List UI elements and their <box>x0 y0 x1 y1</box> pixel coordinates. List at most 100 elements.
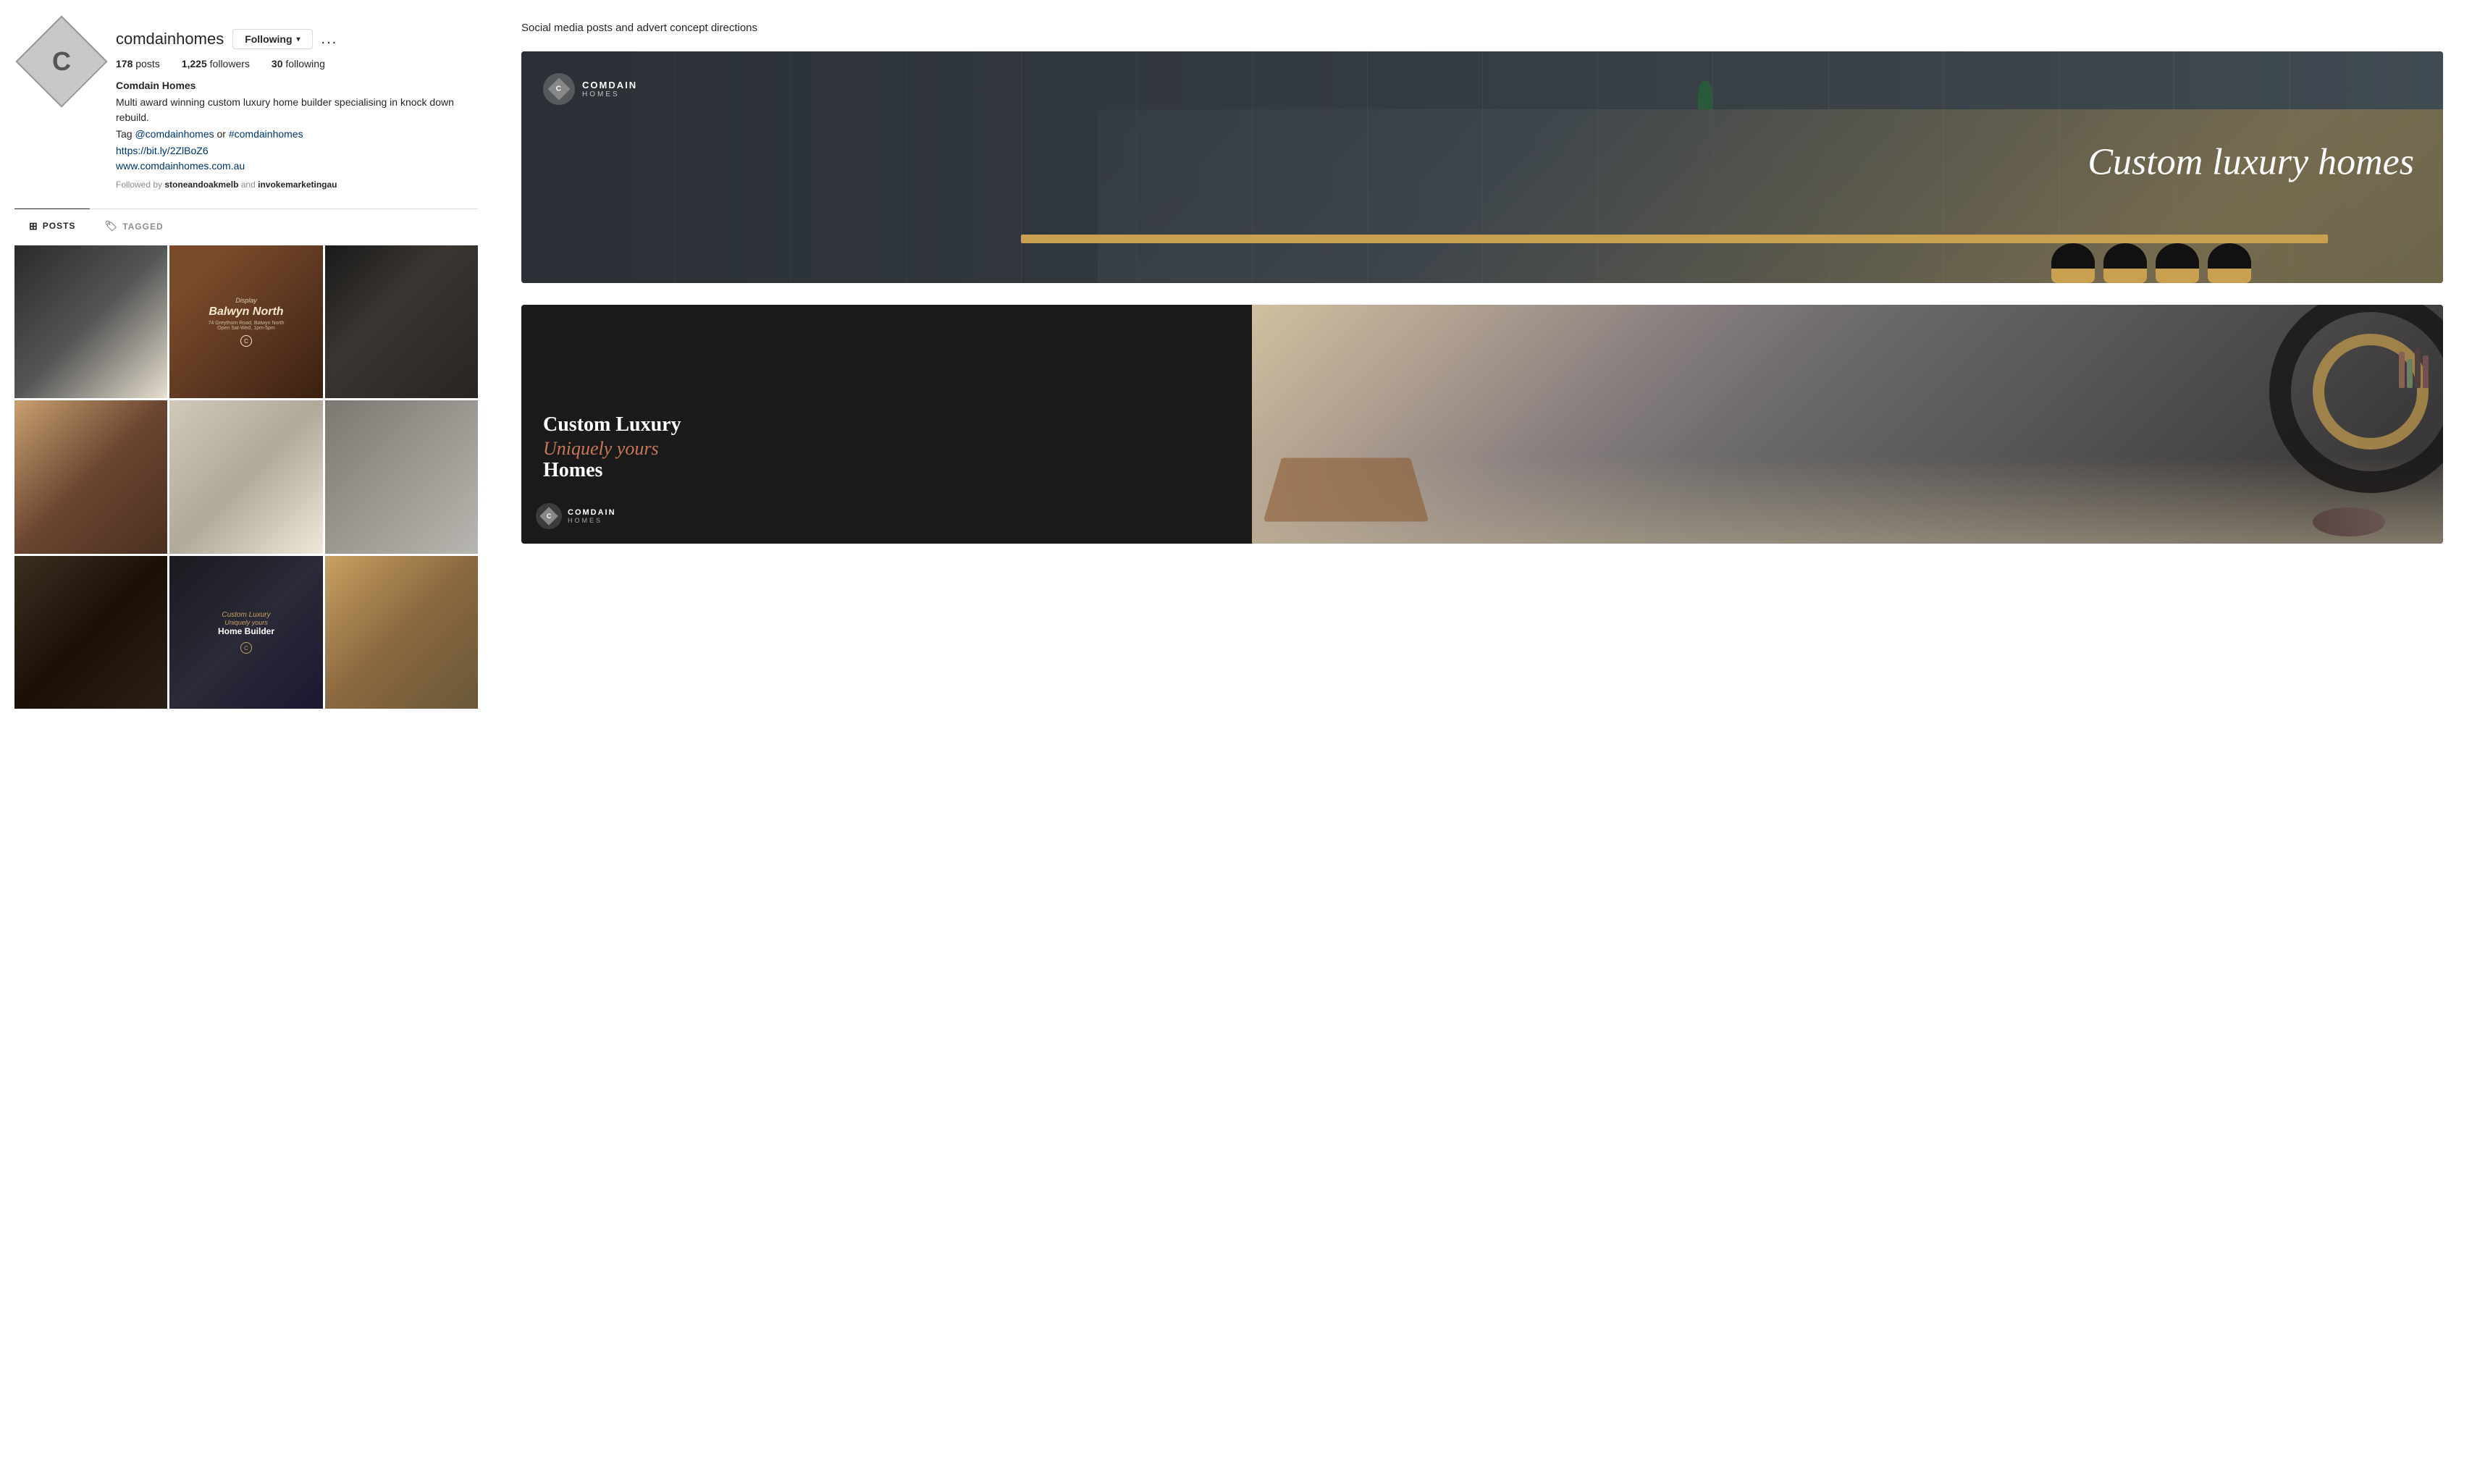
luxury-title: Home Builder <box>218 626 274 636</box>
tag-link-1[interactable]: @comdainhomes <box>135 128 214 140</box>
tab-posts[interactable]: ⊞ POSTS <box>14 208 90 243</box>
ad2-right-panel <box>1252 305 2443 544</box>
tab-posts-label: POSTS <box>43 221 76 231</box>
avatar-logo: C <box>52 46 71 77</box>
grid-item-6[interactable] <box>325 400 478 553</box>
ad-concept-1: C COMDAIN HOMES Custom luxury homes <box>521 51 2443 283</box>
following-label: following <box>285 58 324 69</box>
ad2-books <box>2399 348 2429 388</box>
website-link[interactable]: www.comdainhomes.com.au <box>116 160 245 172</box>
grid-cell-9 <box>325 556 478 709</box>
section-title: Social media posts and advert concept di… <box>521 22 2443 34</box>
ad-2-container: Custom Luxury Uniquely yours Homes C <box>521 305 2443 544</box>
grid-item-3[interactable] <box>325 245 478 398</box>
ad1-brand-name: COMDAIN <box>582 80 637 90</box>
chevron-down-icon: ▾ <box>297 35 300 43</box>
following-count: 30 <box>272 58 283 69</box>
ad1-logo-text: COMDAIN HOMES <box>582 80 637 98</box>
profile-top-row: comdainhomes Following ▾ ... <box>116 29 463 49</box>
grid-item-4[interactable] <box>14 400 167 553</box>
profile-header: C comdainhomes Following ▾ ... 178 posts <box>14 14 478 198</box>
grid-cell-6 <box>325 400 478 553</box>
bio-line1: Multi award winning custom luxury home b… <box>116 95 463 125</box>
ad1-logo-circle: C <box>543 73 575 105</box>
luxury-cursive: Custom Luxury <box>222 611 270 619</box>
luxury-logo: C <box>240 642 252 654</box>
balwyn-title: Balwyn North <box>209 305 283 319</box>
ad2-diamond-icon: C <box>539 507 558 525</box>
ad2-floor <box>1252 457 2443 544</box>
short-link[interactable]: https://bit.ly/2ZlBoZ6 <box>116 145 209 156</box>
tab-tagged[interactable]: 🏷 TAGGED <box>90 209 177 243</box>
follow-button[interactable]: Following ▾ <box>232 29 312 49</box>
posts-count: 178 <box>116 58 133 69</box>
avatar: C <box>29 29 94 94</box>
ad2-headline-line2: Homes <box>543 458 1230 483</box>
bio-section: Comdain Homes Multi award winning custom… <box>116 78 463 191</box>
grid-cell-3 <box>325 245 478 398</box>
ad1-diamond-letter: C <box>556 85 561 93</box>
ad2-rug <box>2313 507 2385 536</box>
grid-cell-5 <box>169 400 322 553</box>
ad2-logo: C COMDAIN HOMES <box>536 503 616 529</box>
grid-cell-4 <box>14 400 167 553</box>
ad2-headline-line1: Custom Luxury <box>543 413 1230 437</box>
chairs <box>2051 243 2251 283</box>
grid-item-1[interactable] <box>14 245 167 398</box>
bio-short-link: https://bit.ly/2ZlBoZ6 <box>116 143 463 159</box>
luxury-cursive2: Uniquely yours <box>224 619 268 626</box>
grid-cell-7 <box>14 556 167 709</box>
follower-2[interactable]: invokemarketingau <box>258 180 337 190</box>
follower-1[interactable]: stoneandoakmelb <box>164 180 238 190</box>
balwyn-sub: 74 Greythorn Road, Balwyn NorthOpen Sat-… <box>208 321 284 331</box>
posts-stat: 178 posts <box>116 58 160 69</box>
bio-name: Comdain Homes <box>116 78 463 93</box>
grid-item-2[interactable]: Display Balwyn North 74 Greythorn Road, … <box>169 245 322 398</box>
ad2-left-panel: Custom Luxury Uniquely yours Homes C <box>521 305 1252 544</box>
username: comdainhomes <box>116 30 224 49</box>
grid-item-9[interactable] <box>325 556 478 709</box>
ad2-cursive: Uniquely yours <box>543 439 1230 458</box>
tag-icon: 🏷 <box>104 220 118 232</box>
luxury-overlay: Custom Luxury Uniquely yours Home Builde… <box>169 556 322 709</box>
right-panel: Social media posts and advert concept di… <box>507 14 2458 1470</box>
grid-icon: ⊞ <box>29 220 38 232</box>
ad2-logo-circle: C <box>536 503 562 529</box>
plant <box>1698 80 1712 109</box>
bio-line2: Tag @comdainhomes or #comdainhomes <box>116 127 463 142</box>
followers-stat[interactable]: 1,225 followers <box>182 58 250 69</box>
balwyn-display-label: Display <box>235 297 257 304</box>
table-surface <box>1021 235 2328 243</box>
stats-row: 178 posts 1,225 followers 30 following <box>116 58 463 69</box>
posts-grid: Display Balwyn North 74 Greythorn Road, … <box>14 245 478 709</box>
instagram-profile-panel: C comdainhomes Following ▾ ... 178 posts <box>14 14 478 1470</box>
grid-item-8[interactable]: Custom Luxury Uniquely yours Home Builde… <box>169 556 322 709</box>
grid-cell-1 <box>14 245 167 398</box>
grid-item-7[interactable] <box>14 556 167 709</box>
profile-info: comdainhomes Following ▾ ... 178 posts 1… <box>116 29 463 191</box>
ad2-table <box>1263 458 1429 522</box>
grid-item-5[interactable] <box>169 400 322 553</box>
following-stat[interactable]: 30 following <box>272 58 325 69</box>
avatar-diamond: C <box>15 15 107 107</box>
ad-concept-2: Custom Luxury Uniquely yours Homes C <box>521 305 2443 544</box>
profile-tabs: ⊞ POSTS 🏷 TAGGED <box>14 208 478 243</box>
posts-label: posts <box>135 58 159 69</box>
grid-cell-2: Display Balwyn North 74 Greythorn Road, … <box>169 245 322 398</box>
follow-label: Following <box>245 33 292 45</box>
ad2-logo-text-group: COMDAIN HOMES <box>568 508 616 524</box>
ad1-headline: Custom luxury homes <box>2088 140 2414 185</box>
ad1-diamond-icon: C <box>547 77 570 100</box>
balwyn-logo: C <box>240 335 252 347</box>
more-button[interactable]: ... <box>321 31 338 48</box>
ad2-brand-sub: HOMES <box>568 517 616 524</box>
tag-link-2[interactable]: #comdainhomes <box>229 128 303 140</box>
ad2-brand-name: COMDAIN <box>568 508 616 517</box>
ad1-logo: C COMDAIN HOMES <box>543 73 637 105</box>
followers-label: followers <box>210 58 250 69</box>
ad2-headline: Custom Luxury Uniquely yours Homes <box>543 413 1230 486</box>
grid-cell-8: Custom Luxury Uniquely yours Home Builde… <box>169 556 322 709</box>
ad2-diamond-letter: C <box>547 513 552 520</box>
balwyn-overlay: Display Balwyn North 74 Greythorn Road, … <box>169 245 322 398</box>
tab-tagged-label: TAGGED <box>122 222 163 232</box>
